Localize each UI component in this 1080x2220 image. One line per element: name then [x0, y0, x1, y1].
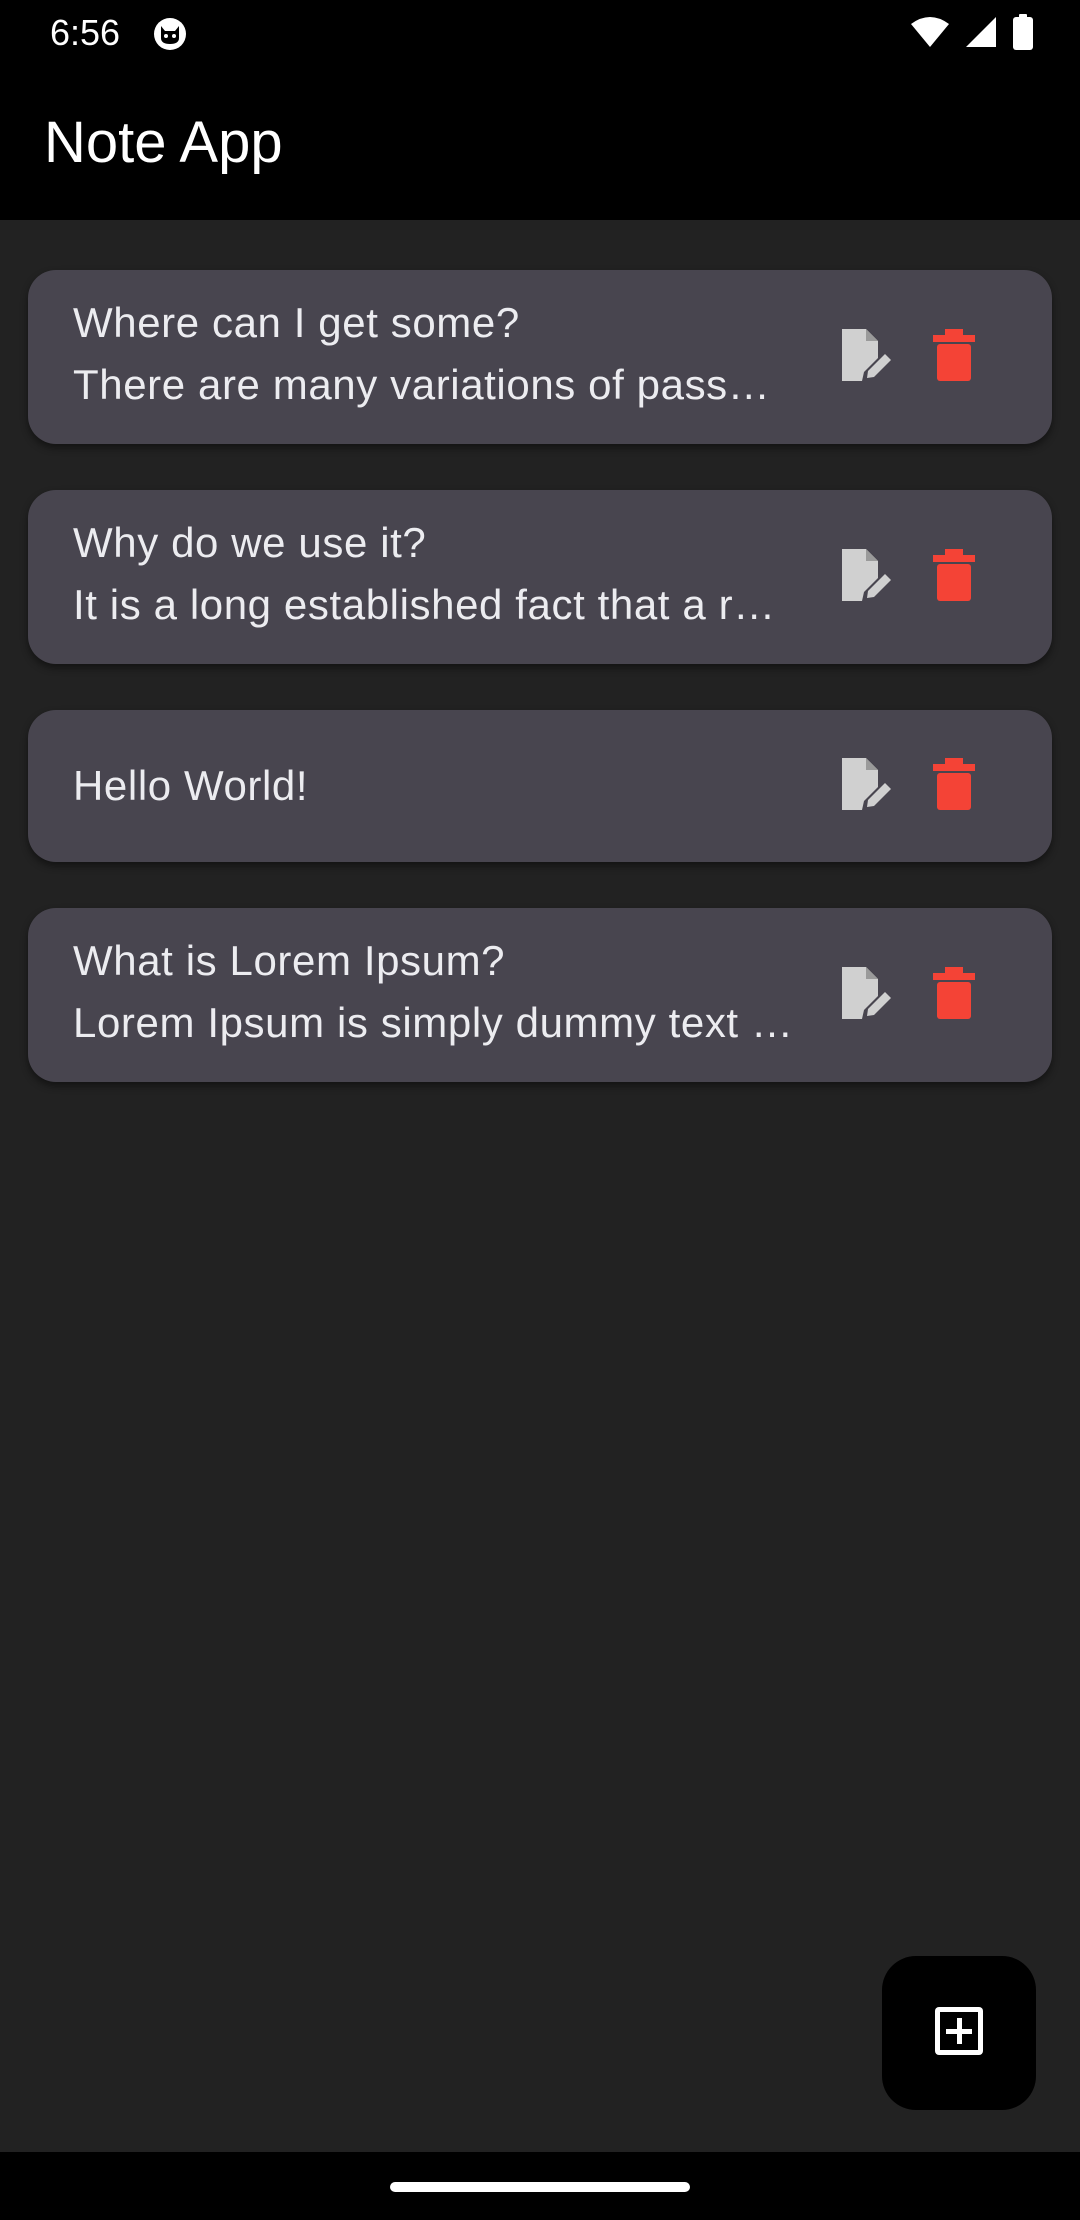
app-bar: Note App	[0, 66, 1080, 220]
signal-icon	[964, 15, 998, 54]
navigation-bar	[0, 2152, 1080, 2220]
delete-note-button[interactable]	[918, 959, 990, 1031]
trash-icon	[929, 965, 979, 1026]
home-indicator[interactable]	[390, 2182, 690, 2192]
edit-note-icon	[834, 545, 894, 610]
add-note-button[interactable]	[882, 1956, 1036, 2110]
note-card[interactable]: Why do we use it? It is a long establish…	[28, 490, 1052, 664]
note-title: What is Lorem Ipsum?	[73, 937, 506, 984]
delete-note-button[interactable]	[918, 321, 990, 393]
wifi-icon	[910, 16, 950, 53]
trash-icon	[929, 756, 979, 817]
app-title: Note App	[44, 110, 283, 175]
note-body: Lorem Ipsum is simply dummy text of the …	[73, 999, 793, 1046]
edit-note-button[interactable]	[828, 541, 900, 613]
note-body: There are many variations of passages of…	[73, 361, 793, 408]
battery-icon	[1012, 13, 1034, 55]
trash-icon	[929, 547, 979, 608]
note-title: Why do we use it?	[73, 519, 427, 566]
note-card[interactable]: Hello World!	[28, 710, 1052, 862]
status-icons	[910, 13, 1034, 55]
note-title: Hello World!	[73, 762, 309, 809]
note-card[interactable]: Where can I get some? There are many var…	[28, 270, 1052, 444]
edit-note-button[interactable]	[828, 750, 900, 822]
cat-notification-icon	[152, 16, 188, 52]
add-box-icon	[932, 2004, 986, 2063]
note-text: Why do we use it? It is a long establish…	[73, 512, 793, 636]
note-body: It is a long established fact that a rea…	[73, 581, 793, 628]
edit-note-icon	[834, 754, 894, 819]
delete-note-button[interactable]	[918, 750, 990, 822]
edit-note-icon	[834, 325, 894, 390]
note-text: Where can I get some? There are many var…	[73, 292, 793, 416]
delete-note-button[interactable]	[918, 541, 990, 613]
note-title: Where can I get some?	[73, 299, 520, 346]
note-card[interactable]: What is Lorem Ipsum? Lorem Ipsum is simp…	[28, 908, 1052, 1082]
edit-note-button[interactable]	[828, 959, 900, 1031]
status-bar: 6:56	[0, 0, 1080, 66]
edit-note-icon	[834, 963, 894, 1028]
edit-note-button[interactable]	[828, 321, 900, 393]
note-text: What is Lorem Ipsum? Lorem Ipsum is simp…	[73, 930, 793, 1054]
status-time: 6:56	[50, 12, 121, 53]
trash-icon	[929, 327, 979, 388]
note-text: Hello World!	[73, 755, 793, 817]
